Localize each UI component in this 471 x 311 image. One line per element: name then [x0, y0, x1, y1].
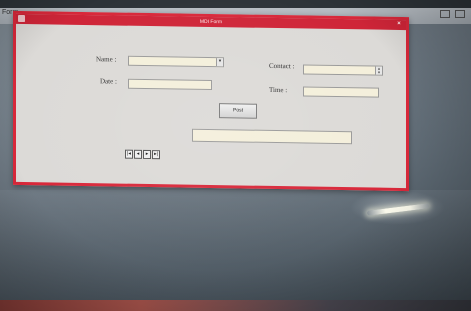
post-button[interactable]: Post: [219, 103, 257, 119]
background-window-controls: [440, 10, 465, 18]
window-titlebar[interactable]: MDI Form ×: [16, 13, 406, 31]
first-record-button[interactable]: |◂: [125, 149, 133, 159]
time-label: Time :: [269, 85, 288, 95]
contact-field[interactable]: ▴ ▾: [303, 64, 383, 76]
previous-record-button[interactable]: ◂: [134, 149, 142, 159]
window-title: MDI Form: [199, 18, 223, 26]
output-field[interactable]: [192, 128, 352, 145]
app-window: MDI Form × Name : ▾ Contact : ▴ ▾ Date : …: [13, 10, 409, 192]
last-record-button[interactable]: ▸|: [152, 150, 160, 160]
spin-arrows-icon[interactable]: ▴ ▾: [375, 66, 382, 75]
close-button[interactable]: ×: [395, 21, 403, 28]
name-dropdown[interactable]: ▾: [128, 55, 224, 68]
date-field[interactable]: [128, 78, 212, 91]
minimize-icon[interactable]: [440, 10, 450, 18]
name-label: Name :: [96, 55, 117, 64]
record-navigator: |◂ ◂ ▸ ▸|: [125, 149, 161, 160]
time-field[interactable]: [303, 86, 379, 98]
contact-label: Contact :: [269, 61, 295, 71]
maximize-icon[interactable]: [455, 10, 465, 18]
date-label: Date :: [100, 77, 117, 86]
next-record-button[interactable]: ▸: [143, 149, 151, 160]
taskbar: [0, 300, 471, 311]
chevron-down-icon[interactable]: ▾: [216, 58, 223, 67]
